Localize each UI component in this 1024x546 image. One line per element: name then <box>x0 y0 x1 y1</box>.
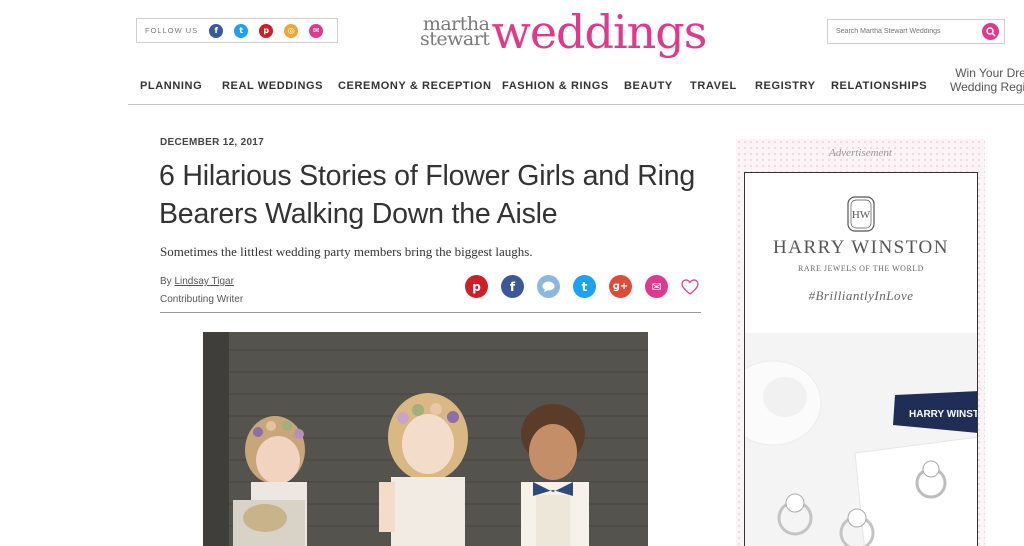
favorite-heart-icon[interactable] <box>681 278 699 295</box>
article-divider <box>160 312 701 313</box>
follow-us-label: FOLLOW US <box>145 26 199 35</box>
author-role: Contributing Writer <box>160 294 244 305</box>
advertisement-frame: Advertisement HW HARRY WINSTON RARE JEWE… <box>736 139 985 546</box>
twitter-icon[interactable]: t <box>234 23 249 38</box>
ad-hashtag: #BrilliantlyInLove <box>808 288 914 303</box>
article-date: DECEMBER 12, 2017 <box>160 137 265 148</box>
logo-martha-stewart: martha stewart <box>420 15 490 50</box>
ad-brand-name: HARRY WINSTON <box>773 237 949 258</box>
share-comment-icon[interactable] <box>537 275 560 298</box>
email-icon[interactable]: ✉ <box>309 23 324 38</box>
follow-us-bar: FOLLOW US f t p ◎ ✉ <box>136 18 338 43</box>
article-title: 6 Hilarious Stories of Flower Girls and … <box>159 160 696 230</box>
logo-line-stewart: stewart <box>420 28 490 50</box>
hero-image <box>203 332 648 546</box>
facebook-icon[interactable]: f <box>209 23 224 38</box>
nav-promo-line2: Wedding Regis <box>950 80 1024 94</box>
svg-text:HW: HW <box>852 209 871 221</box>
share-bar: p f t g+ ✉ <box>465 275 699 298</box>
search-icon <box>985 26 996 37</box>
instagram-icon[interactable]: ◎ <box>284 23 299 38</box>
logo-weddings: weddings <box>491 5 707 59</box>
pinterest-icon[interactable]: p <box>259 23 274 38</box>
search-box <box>827 19 1005 44</box>
nav-promo-link[interactable]: Win Your Dre Wedding Regis <box>950 66 1024 94</box>
nav-travel[interactable]: TRAVEL <box>690 80 737 92</box>
hw-monogram-logo: HW <box>847 196 875 232</box>
nav-registry[interactable]: REGISTRY <box>755 80 816 92</box>
comment-bubble-icon <box>542 281 555 292</box>
nav-promo-line1: Win Your Dre <box>955 66 1024 80</box>
search-input[interactable] <box>836 28 976 35</box>
site-logo[interactable]: martha stewart weddings <box>420 4 707 60</box>
nav-fashion-rings[interactable]: FASHION & RINGS <box>502 80 609 92</box>
share-googleplus-icon[interactable]: g+ <box>609 275 632 298</box>
hero-photo-illustration <box>203 332 648 546</box>
share-pinterest-icon[interactable]: p <box>465 275 488 298</box>
nav-ceremony-reception[interactable]: CEREMONY & RECEPTION <box>338 80 492 92</box>
article-dek: Sometimes the littlest wedding party mem… <box>160 244 533 259</box>
nav-relationships[interactable]: RELATIONSHIPS <box>831 80 927 92</box>
ad-brand-subtitle: RARE JEWELS OF THE WORLD <box>798 264 924 273</box>
share-facebook-icon[interactable]: f <box>501 275 524 298</box>
nav-real-weddings[interactable]: REAL WEDDINGS <box>222 80 323 92</box>
main-nav: PLANNING REAL WEDDINGS CEREMONY & RECEPT… <box>128 60 1024 105</box>
share-email-icon[interactable]: ✉ <box>645 275 668 298</box>
ad-banner[interactable]: HW HARRY WINSTON RARE JEWELS OF THE WORL… <box>744 172 978 546</box>
ad-label: Advertisement <box>829 147 892 159</box>
ad-box-text: HARRY WINSTO <box>909 409 978 420</box>
byline: By Lindsay Tigar Contributing Writer <box>160 273 243 309</box>
search-button[interactable] <box>982 23 999 40</box>
author-link[interactable]: Lindsay Tigar <box>174 276 233 287</box>
nav-planning[interactable]: PLANNING <box>140 80 202 92</box>
byline-prefix: By <box>160 276 172 287</box>
nav-beauty[interactable]: BEAUTY <box>624 80 673 92</box>
ad-jewelry-photo: HARRY WINSTO <box>745 333 978 546</box>
share-twitter-icon[interactable]: t <box>573 275 596 298</box>
